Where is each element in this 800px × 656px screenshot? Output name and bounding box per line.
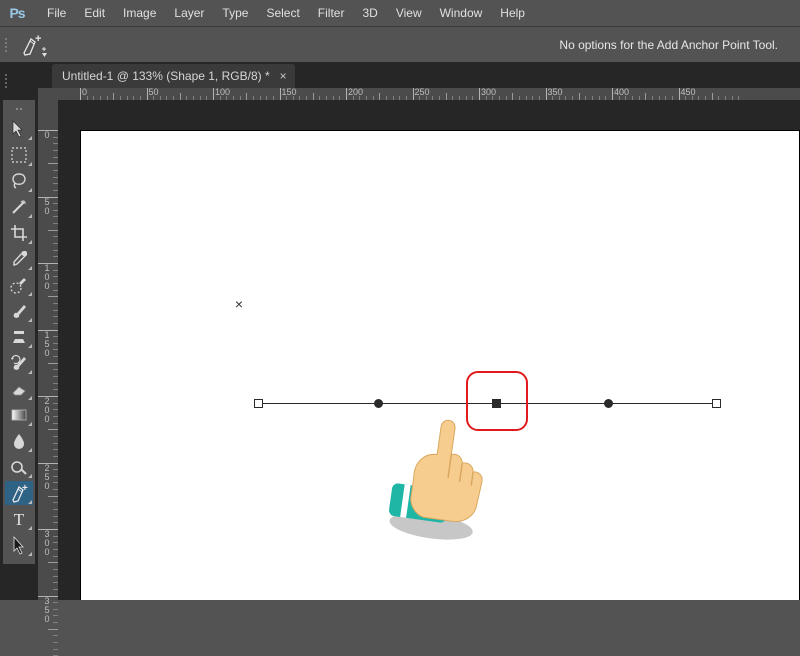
anchor-point[interactable]: [712, 399, 721, 408]
marquee-tool[interactable]: [5, 143, 33, 167]
menu-edit[interactable]: Edit: [75, 0, 114, 26]
hruler-label: 100: [215, 88, 230, 97]
move-tool[interactable]: [5, 117, 33, 141]
options-bar: + No options for the Add Anchor Point To…: [0, 26, 800, 63]
anchor-point[interactable]: [374, 399, 383, 408]
hruler-label: 200: [348, 88, 363, 97]
clone-stamp-tool-icon: [9, 327, 29, 347]
hruler-label: 300: [481, 88, 496, 97]
type-tool[interactable]: T: [5, 507, 33, 531]
crop-tool-icon: [9, 223, 29, 243]
vruler-label: 300: [40, 530, 54, 557]
app-logo: Ps: [4, 0, 30, 26]
magic-wand-tool-icon: [9, 197, 29, 217]
menu-3d[interactable]: 3D: [353, 0, 386, 26]
hruler-label: 400: [614, 88, 629, 97]
hruler-label: 350: [548, 88, 563, 97]
menu-image[interactable]: Image: [114, 0, 165, 26]
options-bar-message: No options for the Add Anchor Point Tool…: [559, 27, 778, 62]
history-brush-tool[interactable]: [5, 351, 33, 375]
marquee-tool-icon: [9, 145, 29, 165]
menu-type[interactable]: Type: [213, 0, 257, 26]
clone-stamp-tool[interactable]: [5, 325, 33, 349]
menu-select[interactable]: Select: [257, 0, 308, 26]
canvas-viewport[interactable]: ×: [58, 100, 800, 600]
history-brush-tool-icon: [9, 353, 29, 373]
svg-text:+: +: [22, 483, 28, 494]
anchor-point[interactable]: [254, 399, 263, 408]
svg-text:T: T: [14, 510, 25, 529]
healing-brush-tool-icon: [9, 275, 29, 295]
vruler-label: 350: [40, 597, 54, 624]
menu-filter[interactable]: Filter: [309, 0, 354, 26]
brush-tool[interactable]: [5, 299, 33, 323]
vertical-ruler[interactable]: 050100150200250300350: [38, 100, 59, 600]
brush-tool-icon: [9, 301, 29, 321]
dodge-tool[interactable]: [5, 455, 33, 479]
path-selection-tool[interactable]: [5, 533, 33, 557]
vruler-label: 200: [40, 397, 54, 424]
vruler-label: 100: [40, 264, 54, 291]
dodge-tool-icon: [9, 457, 29, 477]
document-canvas[interactable]: ×: [80, 130, 800, 600]
close-icon[interactable]: ×: [280, 64, 287, 88]
eraser-tool[interactable]: [5, 377, 33, 401]
svg-text:+: +: [35, 33, 41, 45]
pen-tool-icon: +: [8, 483, 30, 503]
hruler-label: 150: [282, 88, 297, 97]
vruler-label: 50: [40, 198, 54, 216]
vruler-label: 150: [40, 331, 54, 358]
options-bar-grip-lower[interactable]: [2, 63, 10, 98]
document-tab-title: Untitled-1 @ 133% (Shape 1, RGB/8) *: [62, 64, 270, 88]
type-tool-icon: T: [9, 509, 29, 529]
eyedropper-tool[interactable]: [5, 247, 33, 271]
blur-tool-icon: [9, 431, 29, 451]
workspace: Untitled-1 @ 133% (Shape 1, RGB/8) * × +…: [0, 62, 800, 600]
menu-window[interactable]: Window: [431, 0, 492, 26]
menu-help[interactable]: Help: [491, 0, 534, 26]
lasso-tool-icon: [9, 171, 29, 191]
options-bar-grip[interactable]: [2, 27, 10, 62]
annotation-hand-pointer: [376, 408, 516, 551]
pen-tool[interactable]: +: [5, 481, 33, 505]
hruler-label: 450: [681, 88, 696, 97]
healing-brush-tool[interactable]: [5, 273, 33, 297]
menu-layer[interactable]: Layer: [165, 0, 213, 26]
move-tool-icon: [9, 119, 29, 139]
tool-preset-picker[interactable]: +: [14, 31, 52, 59]
path-selection-tool-icon: [9, 535, 29, 555]
hruler-label: 250: [415, 88, 430, 97]
eyedropper-tool-icon: [9, 249, 29, 269]
menu-bar: Ps FileEditImageLayerTypeSelectFilter3DV…: [0, 0, 800, 26]
menu-view[interactable]: View: [387, 0, 431, 26]
tools-panel: +T: [3, 100, 35, 564]
vruler-label: 250: [40, 464, 54, 491]
pen-add-icon: +: [18, 33, 48, 57]
app-logo-text: Ps: [6, 3, 28, 23]
gradient-tool-icon: [9, 405, 29, 425]
document-tab[interactable]: Untitled-1 @ 133% (Shape 1, RGB/8) * ×: [52, 64, 295, 88]
document-tab-row: Untitled-1 @ 133% (Shape 1, RGB/8) * ×: [52, 64, 295, 88]
eraser-tool-icon: [9, 379, 29, 399]
lasso-tool[interactable]: [5, 169, 33, 193]
anchor-point[interactable]: [604, 399, 613, 408]
crop-tool[interactable]: [5, 221, 33, 245]
blur-tool[interactable]: [5, 429, 33, 453]
tools-panel-grip[interactable]: [3, 104, 35, 114]
magic-wand-tool[interactable]: [5, 195, 33, 219]
menu-file[interactable]: File: [38, 0, 75, 26]
gradient-tool[interactable]: [5, 403, 33, 427]
vruler-label: 0: [40, 131, 54, 140]
path-close-icon: ×: [235, 296, 243, 312]
